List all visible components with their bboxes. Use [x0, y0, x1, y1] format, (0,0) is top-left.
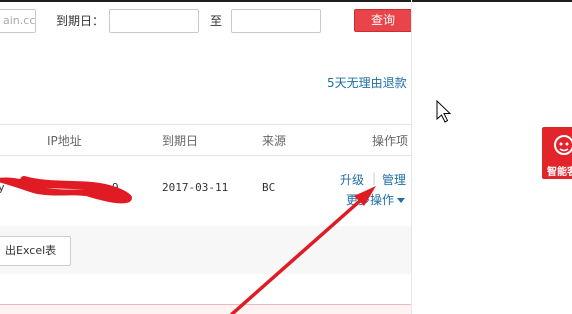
service-widget-label: 智能客	[547, 167, 572, 178]
annotation-arrow-shaft	[230, 190, 372, 314]
headset-icon	[554, 135, 572, 155]
mouse-pointer-icon	[436, 99, 452, 123]
smart-service-widget[interactable]: 智能客	[542, 127, 572, 179]
annotation-overlay	[0, 99, 452, 314]
